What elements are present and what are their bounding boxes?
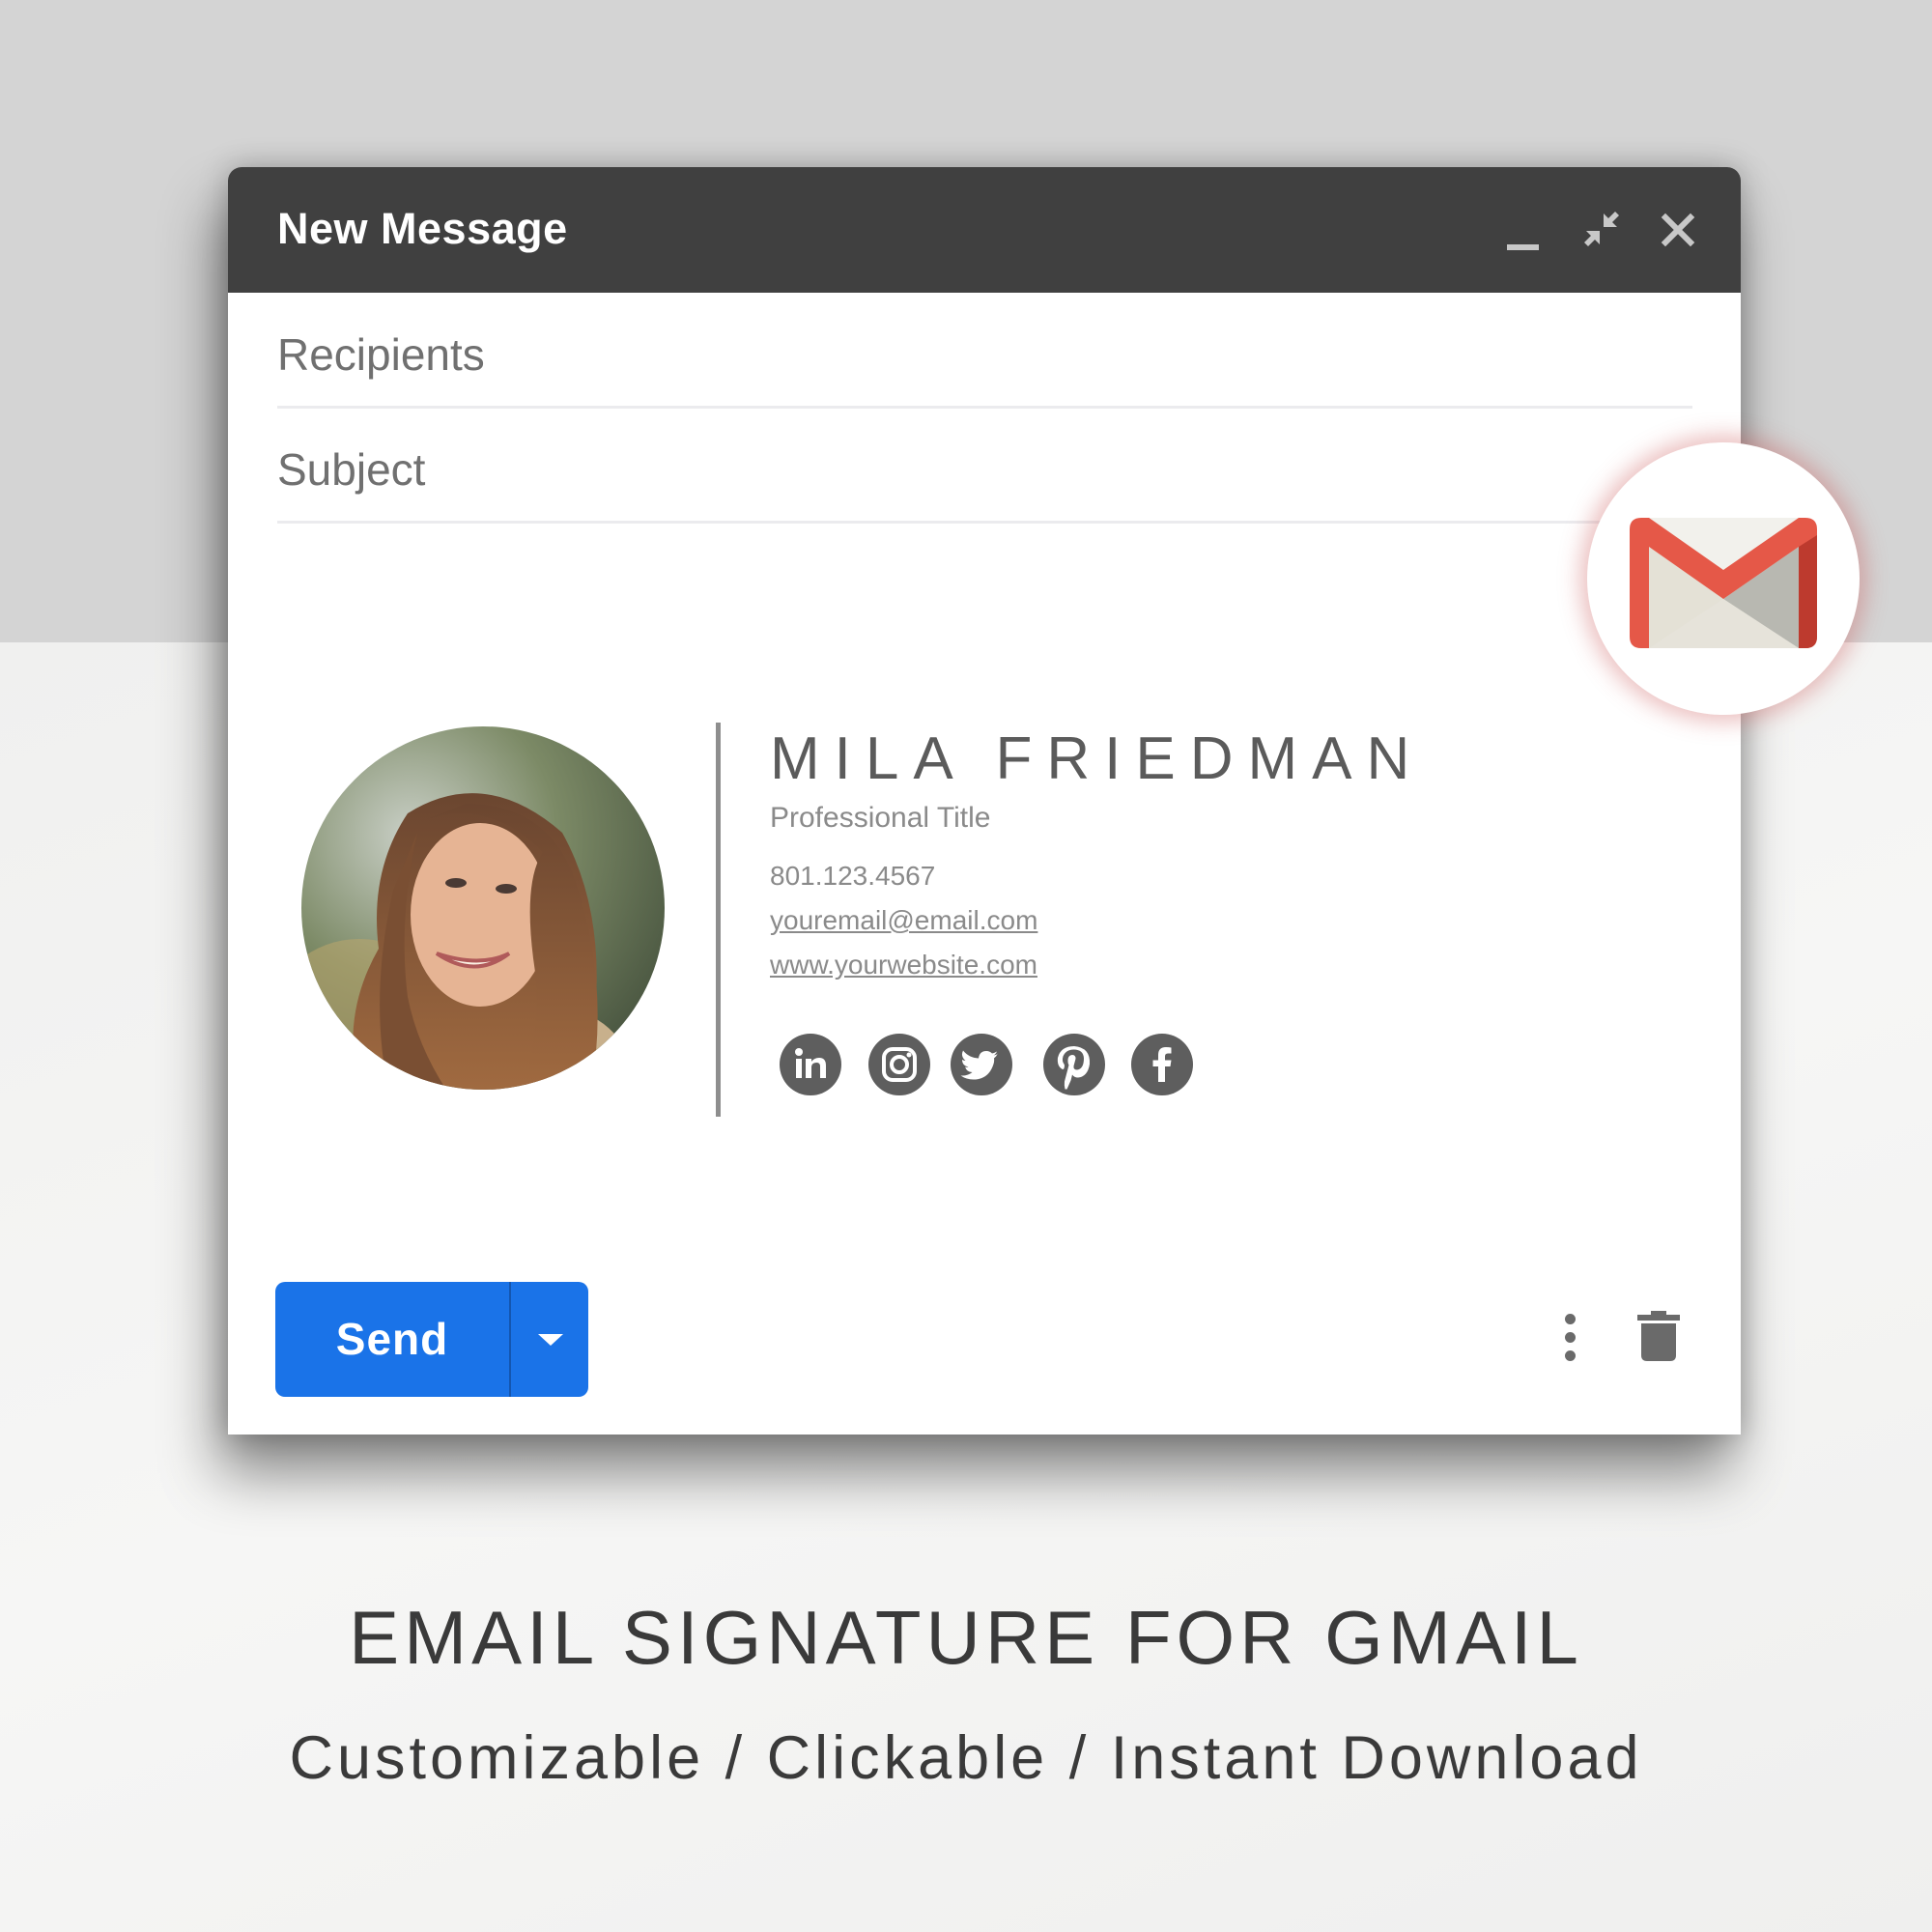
signature-divider — [716, 723, 721, 1117]
chevron-down-icon[interactable] — [511, 1282, 588, 1397]
signature-website-link[interactable]: www.yourwebsite.com — [770, 948, 1037, 982]
recipients-field[interactable]: Recipients — [277, 293, 1696, 409]
signature-title: Professional Title — [770, 802, 991, 834]
subject-field[interactable]: Subject — [277, 409, 1696, 524]
pinterest-icon[interactable] — [1043, 1034, 1105, 1095]
close-icon[interactable] — [1660, 212, 1696, 248]
linkedin-icon[interactable] — [780, 1034, 841, 1095]
instagram-icon[interactable] — [868, 1034, 930, 1095]
send-button[interactable]: Send — [275, 1282, 509, 1397]
marketing-headline: EMAIL SIGNATURE FOR GMAIL — [349, 1595, 1583, 1680]
compose-window: New Message Recipients Subject MILA FRIE… — [228, 167, 1741, 1435]
signature-phone: 801.123.4567 — [770, 861, 936, 891]
trash-icon[interactable] — [1634, 1307, 1684, 1365]
gmail-badge — [1587, 442, 1860, 715]
send-button-group: Send — [275, 1282, 588, 1397]
facebook-icon[interactable] — [1131, 1034, 1193, 1095]
recipients-input[interactable] — [277, 293, 1696, 408]
compose-title: New Message — [277, 204, 568, 253]
subject-input[interactable] — [277, 409, 1696, 523]
minimize-icon[interactable] — [1505, 225, 1540, 252]
twitter-icon[interactable] — [951, 1034, 1012, 1095]
exit-fullscreen-icon[interactable] — [1582, 210, 1621, 248]
compose-titlebar: New Message — [228, 167, 1741, 293]
portrait-image — [301, 726, 665, 1090]
marketing-subline: Customizable / Clickable / Instant Downl… — [289, 1724, 1643, 1792]
gmail-logo-icon — [1630, 518, 1817, 648]
signature-photo — [301, 726, 665, 1090]
signature-email-link[interactable]: youremail@email.com — [770, 903, 1037, 938]
signature-name: MILA FRIEDMAN — [770, 725, 1425, 792]
more-vert-icon[interactable] — [1557, 1309, 1582, 1367]
